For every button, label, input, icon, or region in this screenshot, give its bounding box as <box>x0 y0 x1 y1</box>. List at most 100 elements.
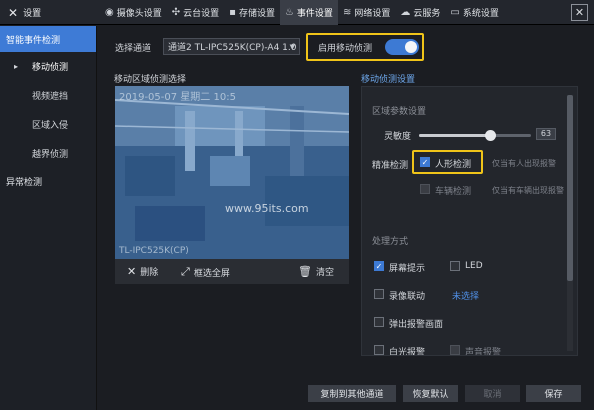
screen-tip-checkbox[interactable]: ✓ <box>374 261 384 271</box>
record-link-label: 录像联动 <box>389 292 426 302</box>
delete-button[interactable]: ✕ 删除 <box>127 265 158 278</box>
event-icon: ♨ <box>284 7 294 18</box>
human-detection-hint: 仅当有人出现报警 <box>492 159 556 168</box>
tab-cloud-service[interactable]: ☁ 云服务 <box>395 0 445 25</box>
cancel-button[interactable]: 取消 <box>465 385 520 402</box>
handling-section-title: 处理方式 <box>372 237 409 247</box>
channel-value: 通道2 TL-IPC525K(CP)-A4 1.0 <box>168 43 297 53</box>
sidebar: 智能事件检测 ▸ 移动侦测 视频遮挡 区域入侵 越界侦测 异常检测 <box>0 26 97 410</box>
settings-scrollbar[interactable] <box>567 95 573 351</box>
tab-system-settings[interactable]: ▭ 系统设置 <box>445 0 503 25</box>
preview-toolbar: ✕ 删除 ⤢ 框选全屏 🗑 清空 <box>115 259 349 284</box>
record-link-select[interactable]: 未选择 <box>452 289 479 302</box>
trash-icon: 🗑 <box>298 265 312 278</box>
sidebar-item-intrusion[interactable]: 区域入侵 <box>0 110 96 139</box>
light-alarm-label: 白光报警 <box>389 348 426 356</box>
sidebar-item-label: 移动侦测 <box>32 63 69 73</box>
precise-detection-label: 精准检测 <box>372 161 409 171</box>
record-link-checkbox[interactable] <box>374 289 384 299</box>
sidebar-item-line-crossing[interactable]: 越界侦测 <box>0 139 96 168</box>
sidebar-group-exception[interactable]: 异常检测 <box>0 168 96 194</box>
settings-panel: 区域参数设置 灵敏度 63 精准检测 ✓ 人形检测 仅当有人出现报警 车辆检测 … <box>361 86 578 356</box>
tab-ptz-settings[interactable]: ✣ 云台设置 <box>167 0 224 25</box>
slider-fill <box>419 134 490 137</box>
tab-storage-settings[interactable]: ▪ 存储设置 <box>224 0 280 25</box>
wifi-icon: ≋ <box>342 7 352 18</box>
storage-icon: ▪ <box>229 7 236 18</box>
led-checkbox[interactable] <box>450 261 460 271</box>
slider-thumb[interactable] <box>484 130 496 141</box>
vehicle-detection-label: 车辆检测 <box>435 187 472 197</box>
clear-button[interactable]: 🗑 清空 <box>298 265 334 278</box>
sensitivity-value[interactable]: 63 <box>536 128 556 140</box>
cloud-icon: ☁ <box>400 7 411 18</box>
tab-label: 云服务 <box>413 9 441 19</box>
switch-knob <box>405 41 417 53</box>
copy-to-channels-button[interactable]: 复制到其他通道 <box>308 385 396 402</box>
channel-select[interactable]: 通道2 TL-IPC525K(CP)-A4 1.0 ▼ <box>163 38 300 55</box>
tab-label: 云台设置 <box>183 9 220 19</box>
tab-event-settings[interactable]: ♨ 事件设置 <box>279 0 338 25</box>
led-label: LED <box>465 261 483 271</box>
top-bar: ✕ 设置 ◉ 摄像头设置 ✣ 云台设置 ▪ 存储设置 ♨ 事件设置 ≋ 网络设置 ☁ 云服务… <box>0 0 594 25</box>
popup-checkbox[interactable] <box>374 317 384 327</box>
motion-settings-title: 移动侦测设置 <box>361 75 416 85</box>
tab-label: 事件设置 <box>296 9 333 19</box>
sidebar-item-label: 越界侦测 <box>32 150 69 160</box>
close-icon: ✕ <box>574 6 585 19</box>
sensitivity-label: 灵敏度 <box>384 132 412 142</box>
tab-bar: ◉ 摄像头设置 ✣ 云台设置 ▪ 存储设置 ♨ 事件设置 ≋ 网络设置 ☁ 云服务 ▭ 系统设… <box>100 0 504 25</box>
sidebar-item-label: 区域入侵 <box>32 121 69 131</box>
selected-dot-icon: ▸ <box>14 62 19 71</box>
delete-label: 删除 <box>140 268 159 278</box>
sidebar-item-motion-detection[interactable]: ▸ 移动侦测 <box>0 52 96 81</box>
tab-label: 网络设置 <box>354 9 391 19</box>
monitor-icon: ▭ <box>450 7 460 18</box>
light-alarm-checkbox[interactable] <box>374 345 384 355</box>
preview-title: 移动区域侦测选择 <box>114 75 187 85</box>
tab-network-settings[interactable]: ≋ 网络设置 <box>338 0 395 25</box>
camera-icon: ◉ <box>105 7 114 18</box>
channel-label: 选择通道 <box>115 44 152 54</box>
camera-preview[interactable]: 2019-05-07 星期二 10:5 TL-IPC525K(CP) <box>115 86 349 259</box>
sensitivity-slider[interactable] <box>419 130 531 141</box>
expand-icon: ⤢ <box>181 265 190 278</box>
motion-toggle-switch[interactable] <box>385 39 419 55</box>
human-detection-checkbox[interactable]: ✓ <box>420 157 430 167</box>
popup-label: 弹出报警画面 <box>389 320 444 330</box>
tab-label: 系统设置 <box>462 9 499 19</box>
office-scene-image <box>115 86 349 259</box>
area-section-title: 区域参数设置 <box>372 107 427 117</box>
restore-default-button[interactable]: 恢复默认 <box>403 385 458 402</box>
close-button[interactable]: ✕ <box>571 4 588 21</box>
sound-alarm-checkbox[interactable] <box>450 345 460 355</box>
sidebar-group-smart-event[interactable]: 智能事件检测 <box>0 26 96 52</box>
fullscreen-label: 框选全屏 <box>193 268 230 279</box>
settings-title: ✕ 设置 <box>8 5 41 20</box>
clear-label: 清空 <box>315 268 334 278</box>
tab-label: 存储设置 <box>238 9 275 19</box>
camera-label: TL-IPC525K(CP) <box>119 246 189 256</box>
human-detection-label: 人形检测 <box>435 160 472 170</box>
check-icon: ✓ <box>375 262 383 271</box>
preview-timestamp: 2019-05-07 星期二 10:5 <box>119 92 236 103</box>
chevron-down-icon: ▼ <box>289 42 295 51</box>
x-icon: ✕ <box>127 265 137 278</box>
tools-icon: ✕ <box>8 5 19 20</box>
tab-label: 摄像头设置 <box>116 9 162 19</box>
vehicle-detection-checkbox[interactable] <box>420 184 430 194</box>
check-icon: ✓ <box>421 158 429 167</box>
sidebar-item-label: 视频遮挡 <box>32 92 69 102</box>
screen-tip-label: 屏幕提示 <box>389 264 426 274</box>
save-button[interactable]: 保存 <box>526 385 581 402</box>
tab-camera-settings[interactable]: ◉ 摄像头设置 <box>100 0 167 25</box>
sidebar-item-video-tamper[interactable]: 视频遮挡 <box>0 81 96 110</box>
main-content: 选择通道 通道2 TL-IPC525K(CP)-A4 1.0 ▼ 启用移动侦测 … <box>98 26 594 410</box>
app-title: 设置 <box>23 9 42 19</box>
select-fullscreen-button[interactable]: ⤢ 框选全屏 <box>181 265 230 279</box>
scroll-thumb[interactable] <box>567 95 573 281</box>
motion-toggle-label: 启用移动侦测 <box>318 44 373 54</box>
watermark: www.95its.com <box>225 202 309 215</box>
ptz-icon: ✣ <box>171 7 181 18</box>
vehicle-detection-hint: 仅当有车辆出现报警 <box>492 186 564 195</box>
